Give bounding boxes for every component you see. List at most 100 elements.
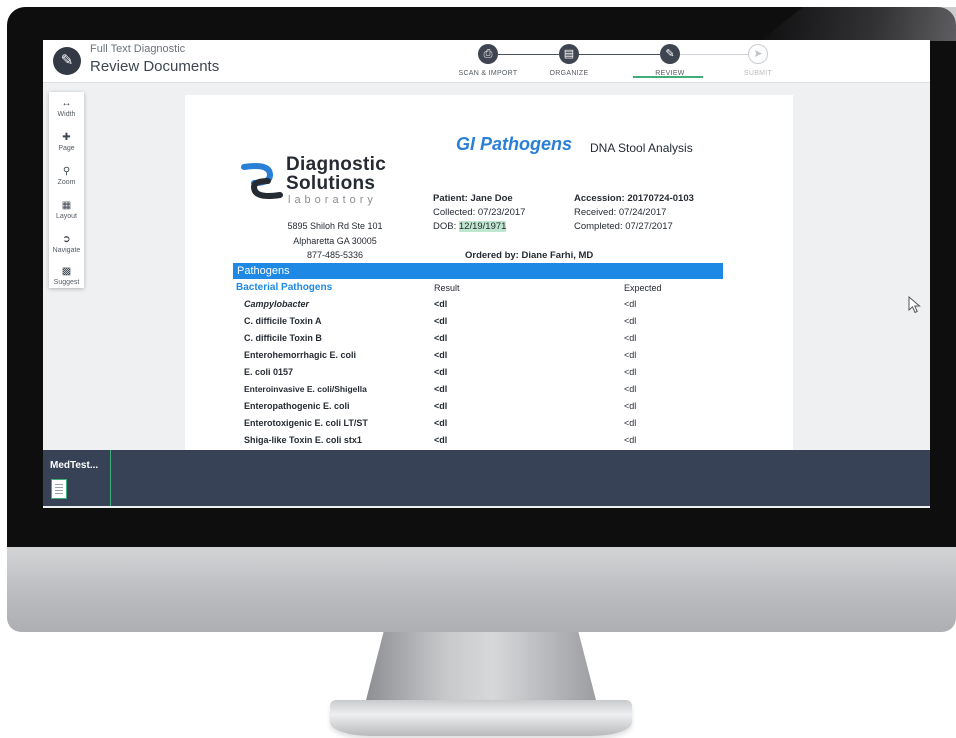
tool-label: Zoom [57, 179, 76, 186]
app-screen: ✎ Full Text Diagnostic Review Documents … [43, 40, 930, 508]
pathogen-name: Enterohemorrhagic E. coli [244, 350, 357, 360]
table-row: E. coli 0157 <dl <dl [185, 367, 793, 383]
page-title: Review Documents [90, 58, 220, 75]
lab-address-city: Alpharetta GA 30005 [293, 236, 377, 246]
monitor-chin [7, 547, 956, 632]
table-row: Campylobacter <dl <dl [185, 299, 793, 315]
document-tray: MedTest... [43, 450, 930, 506]
report-title: GI Pathogens [456, 134, 573, 154]
collected-date: Collected: 07/23/2017 [433, 207, 526, 218]
width-tool-button[interactable]: ↔ Width [49, 98, 84, 118]
pencil-icon: ✎ [660, 44, 680, 64]
tool-label: Suggest [53, 279, 80, 286]
document-icon: ▤ [559, 44, 579, 64]
layout-icon: ▦ [61, 200, 72, 211]
expected-value: <dl [624, 350, 637, 360]
lab-name-line3: laboratory [288, 194, 377, 206]
result-value: <dl [434, 350, 448, 360]
pathogen-name: Enteroinvasive E. coli/Shigella [244, 384, 367, 394]
pathogen-name: Campylobacter [244, 299, 310, 309]
zoom-icon: ⚲ [62, 166, 71, 177]
table-row: Enteropathogenic E. coli <dl <dl [185, 401, 793, 417]
step-label: SCAN & IMPORT [458, 70, 518, 77]
tool-label: Navigate [52, 247, 81, 254]
active-step-indicator [633, 76, 703, 78]
step-label: SUBMIT [743, 70, 773, 77]
pathogen-name: Enteropathogenic E. coli [244, 401, 350, 411]
send-icon: ➤ [748, 44, 768, 64]
received-date: Received: 07/24/2017 [574, 207, 667, 218]
section-header-band: Pathogens [233, 263, 723, 279]
app-header: ✎ Full Text Diagnostic Review Documents … [43, 40, 930, 83]
result-value: <dl [434, 299, 448, 309]
result-value: <dl [434, 367, 448, 377]
navigate-tool-button[interactable]: ➲ Navigate [49, 234, 84, 254]
pathogen-name: C. difficile Toxin B [244, 333, 322, 343]
app-subtitle: Full Text Diagnostic [90, 43, 186, 55]
table-row: Enterohemorrhagic E. coli <dl <dl [185, 350, 793, 366]
zoom-tool-button[interactable]: ⚲ Zoom [49, 166, 84, 186]
completed-date: Completed: 07/27/2017 [574, 221, 673, 232]
tool-label: Width [57, 111, 76, 118]
table-row: Enterotoxigenic E. coli LT/ST <dl <dl [185, 418, 793, 434]
result-value: <dl [434, 401, 448, 411]
layout-tool-button[interactable]: ▦ Layout [49, 200, 84, 220]
column-header-result: Result [434, 283, 460, 293]
printer-icon: ⎙ [478, 44, 498, 64]
result-value: <dl [434, 316, 448, 326]
table-row: Shiga-like Toxin E. coli stx1 <dl <dl [185, 435, 793, 451]
step-scan-import[interactable]: ⎙ SCAN & IMPORT [448, 44, 528, 77]
monitor-stand-foot [330, 700, 632, 736]
report-subtitle: DNA Stool Analysis [590, 141, 693, 155]
section-title: Pathogens [237, 265, 290, 277]
subsection-title: Bacterial Pathogens [236, 282, 333, 293]
lab-name-line2: Solutions [286, 173, 376, 194]
step-submit[interactable]: ➤ SUBMIT [718, 44, 798, 77]
suggest-icon: ▩ [61, 266, 72, 277]
table-row: C. difficile Toxin B <dl <dl [185, 333, 793, 349]
expected-value: <dl [624, 316, 637, 326]
mouse-cursor-icon [908, 296, 921, 314]
page-tool-button[interactable]: ✚ Page [49, 132, 84, 152]
step-review[interactable]: ✎ REVIEW [630, 44, 710, 77]
tray-item-label: MedTest... [50, 460, 99, 471]
lab-logo-icon [241, 163, 283, 199]
expected-value: <dl [624, 299, 637, 309]
accession-number: Accession: 20170724-0103 [574, 193, 694, 204]
dob-label: DOB: [433, 221, 459, 232]
document-thumbnail-icon[interactable] [51, 479, 67, 499]
pathogen-name: E. coli 0157 [244, 367, 294, 377]
navigate-icon: ➲ [62, 234, 71, 245]
pathogen-name: Shiga-like Toxin E. coli stx1 [244, 435, 362, 445]
pathogen-name: C. difficile Toxin A [244, 316, 322, 326]
expected-value: <dl [624, 333, 637, 343]
dob-value[interactable]: 12/19/1971 [458, 221, 507, 232]
table-row: Enteroinvasive E. coli/Shigella <dl <dl [185, 384, 793, 400]
lab-phone: 877-485-5336 [306, 250, 364, 260]
workflow-stepper: ⎙ SCAN & IMPORT ▤ ORGANIZE ✎ REVIEW ➤ SU… [448, 44, 788, 82]
dob: DOB: 12/19/1971 [433, 221, 507, 232]
tray-document-item[interactable]: MedTest... [43, 450, 111, 506]
pathogen-name: Enterotoxigenic E. coli LT/ST [244, 418, 368, 428]
step-label: ORGANIZE [549, 70, 589, 77]
width-icon: ↔ [61, 98, 72, 109]
result-value: <dl [434, 435, 448, 445]
expected-value: <dl [624, 401, 637, 411]
tool-label: Layout [55, 213, 78, 220]
tool-label: Page [58, 145, 75, 152]
expected-value: <dl [624, 367, 637, 377]
result-value: <dl [434, 418, 448, 428]
edit-pencil-icon[interactable]: ✎ [53, 47, 81, 75]
step-organize[interactable]: ▤ ORGANIZE [529, 44, 609, 77]
view-toolbox: ↔ Width ✚ Page ⚲ Zoom ▦ Layout ➲ Navigat… [49, 92, 84, 288]
page-icon: ✚ [62, 132, 71, 143]
monitor-stand-neck [365, 632, 597, 704]
suggest-tool-button[interactable]: ▩ Suggest [49, 266, 84, 286]
document-page: Diagnostic Solutions laboratory 5895 Shi… [185, 95, 793, 455]
expected-value: <dl [624, 435, 637, 445]
column-header-expected: Expected [624, 283, 662, 293]
ordered-by: Ordered by: Diane Farhi, MD [465, 250, 594, 261]
table-row: C. difficile Toxin A <dl <dl [185, 316, 793, 332]
lab-address-street: 5895 Shiloh Rd Ste 101 [287, 221, 383, 231]
patient-name: Patient: Jane Doe [433, 193, 513, 204]
